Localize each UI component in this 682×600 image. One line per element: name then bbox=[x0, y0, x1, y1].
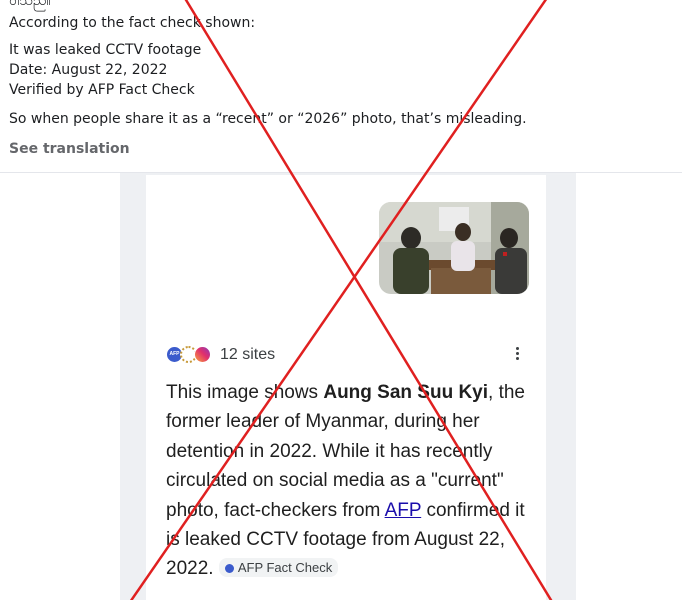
ai-overview-text: This image shows Aung San Suu Kyi, the f… bbox=[166, 378, 538, 584]
post-line-intro: According to the fact check shown: bbox=[9, 15, 256, 31]
afp-source-link[interactable]: AFP bbox=[385, 500, 422, 521]
afp-fact-check-chip[interactable]: AFP Fact Check bbox=[218, 558, 339, 578]
post-line-date: Date: August 22, 2022 bbox=[9, 62, 168, 78]
post-line-verified: Verified by AFP Fact Check bbox=[9, 82, 195, 98]
sources-row[interactable]: AFP 12 sites bbox=[166, 344, 275, 366]
post-line-cctv: It was leaked CCTV footage bbox=[9, 42, 202, 58]
subject-name: Aung San Suu Kyi bbox=[323, 382, 489, 403]
chip-label: AFP Fact Check bbox=[237, 560, 333, 576]
sites-count: 12 sites bbox=[220, 346, 276, 363]
overview-text-part-1: This image shows bbox=[166, 382, 324, 403]
afp-chip-icon bbox=[224, 564, 234, 574]
post-line-burmese: ဝါသည်။ bbox=[9, 0, 51, 9]
more-options-icon[interactable] bbox=[510, 346, 524, 362]
source-logos: AFP bbox=[166, 345, 216, 365]
cctv-photo-image bbox=[379, 202, 529, 294]
cctv-photo-thumbnail[interactable] bbox=[379, 202, 529, 294]
see-translation-link[interactable]: See translation bbox=[9, 141, 130, 157]
instagram-icon bbox=[194, 346, 211, 363]
post-line-misleading: So when people share it as a “recent” or… bbox=[9, 111, 527, 127]
